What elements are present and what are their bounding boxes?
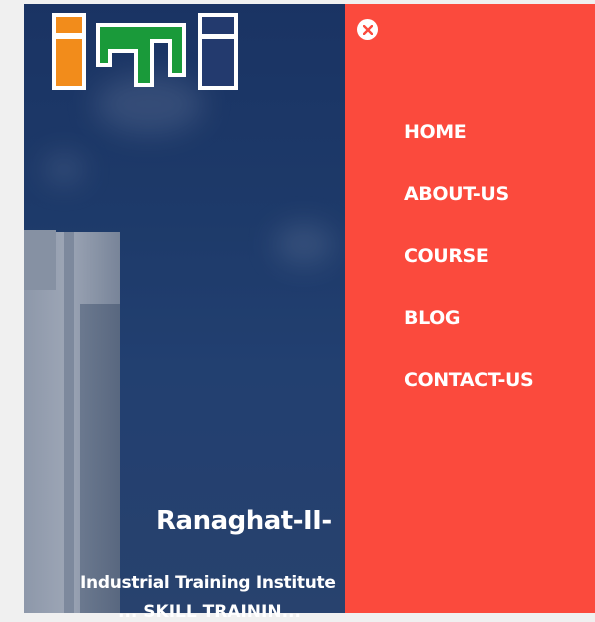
close-icon bbox=[362, 24, 373, 35]
menu-link-course[interactable]: COURSE bbox=[404, 240, 544, 273]
close-menu-button[interactable] bbox=[357, 19, 378, 40]
menu-link-contact-us[interactable]: CONTACT-US bbox=[404, 364, 544, 397]
left-border bbox=[0, 0, 24, 613]
iti-logo[interactable] bbox=[52, 13, 238, 90]
menu-item-contact-us: CONTACT-US bbox=[404, 364, 544, 397]
hero-title: Ranaghat-II- bbox=[156, 506, 332, 536]
hero-subtitle: Industrial Training Institute bbox=[80, 573, 336, 593]
menu-link-about-us[interactable]: ABOUT-US bbox=[404, 178, 544, 211]
menu-item-about-us: ABOUT-US bbox=[404, 178, 544, 211]
menu-item-course: COURSE bbox=[404, 240, 544, 273]
menu-list: HOME ABOUT-US COURSE BLOG CONTACT-US bbox=[404, 116, 544, 426]
menu-item-home: HOME bbox=[404, 116, 544, 149]
menu-link-home[interactable]: HOME bbox=[404, 116, 544, 149]
hero-tagline: ... SKILL TRAININ... bbox=[118, 602, 301, 622]
menu-link-blog[interactable]: BLOG bbox=[404, 302, 544, 335]
menu-item-blog: BLOG bbox=[404, 302, 544, 335]
mobile-menu-panel: HOME ABOUT-US COURSE BLOG CONTACT-US bbox=[345, 4, 595, 613]
